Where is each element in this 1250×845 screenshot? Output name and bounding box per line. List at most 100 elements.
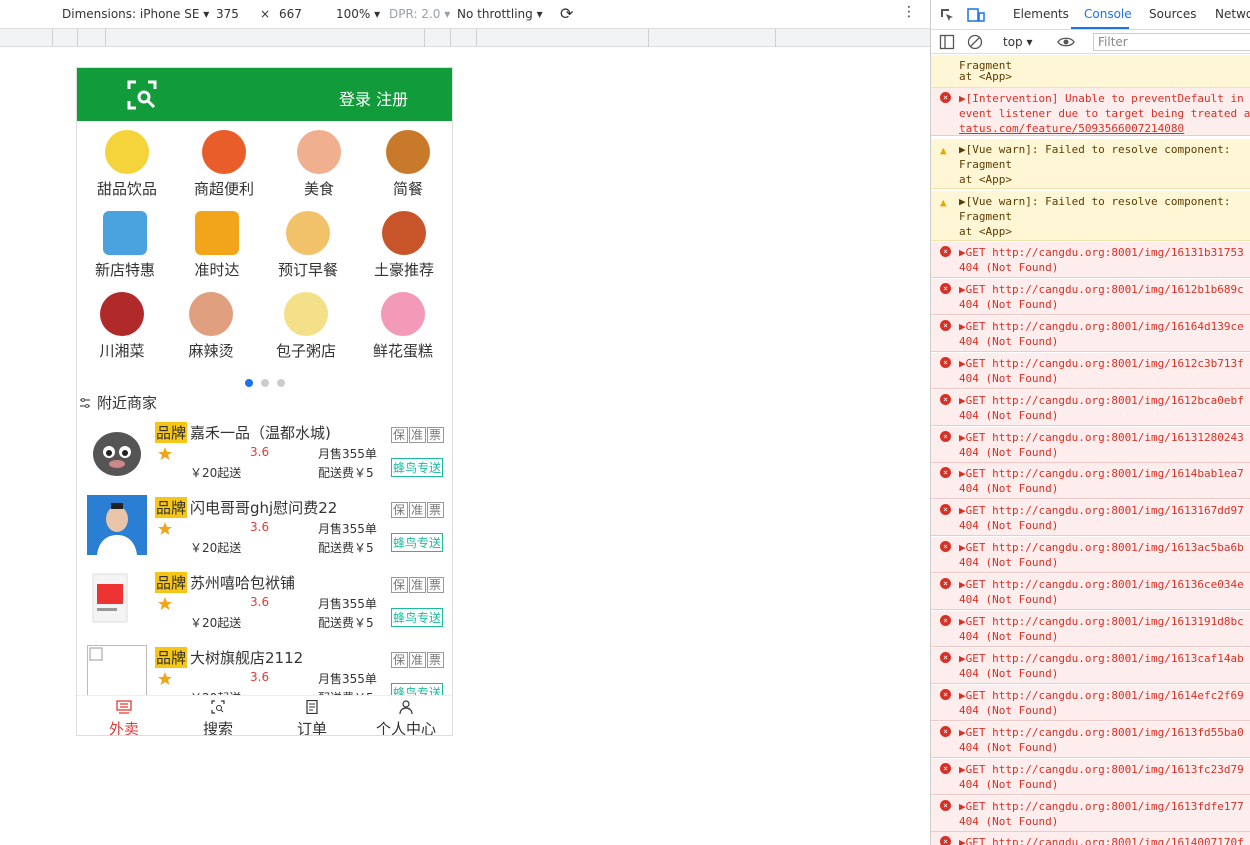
console-error[interactable]: × ▶GET http://cangdu.org:8001/img/1613ac5… [931,537,1250,574]
context-label: top [1003,35,1023,49]
category-item[interactable]: 新店特惠 [78,211,172,280]
log-request-url[interactable]: ▶GET http://cangdu.org:8001/img/16131280… [959,430,1244,445]
log-request-url[interactable]: ▶GET http://cangdu.org:8001/img/16140071… [959,835,1244,845]
category-item[interactable]: 预订早餐 [261,211,355,280]
log-request-url[interactable]: ▶GET http://cangdu.org:8001/img/1613167d… [959,503,1244,518]
device-select[interactable]: Dimensions: iPhone SE ▾ [62,7,209,21]
category-item[interactable]: 商超便利 [177,130,271,199]
tab-search[interactable]: 搜索 [171,696,265,735]
tab-network[interactable]: Networ [1215,7,1250,21]
log-request-url[interactable]: ▶GET http://cangdu.org:8001/img/16136ce0… [959,577,1244,592]
devtools-tab-bar: Elements Console Sources Networ [931,0,1250,30]
zoom-select[interactable]: 100% ▾ [336,7,380,21]
log-text: ▶[Vue warn]: Failed to resolve component… [959,143,1231,156]
console-error[interactable]: × ▶[Intervention] Unable to preventDefaul… [931,88,1250,136]
log-request-url[interactable]: ▶GET http://cangdu.org:8001/img/1613191d… [959,614,1244,629]
log-request-url[interactable]: ▶GET http://cangdu.org:8001/img/1613fd55… [959,725,1244,740]
log-request-url[interactable]: ▶GET http://cangdu.org:8001/img/1613fc23… [959,762,1244,777]
console-error[interactable]: × ▶GET http://cangdu.org:8001/img/1613128… [931,426,1250,463]
punctual-badge: 准 [409,652,427,668]
sidebar-toggle-icon[interactable] [939,34,955,50]
log-request-url[interactable]: ▶GET http://cangdu.org:8001/img/1613fdfe… [959,799,1244,814]
category-item[interactable]: 麻辣烫 [164,292,258,361]
tab-elements[interactable]: Elements [1013,7,1069,21]
console-error[interactable]: × ▶GET http://cangdu.org:8001/img/1614007… [931,832,1250,845]
width-input[interactable]: 375 [216,7,239,21]
punctual-badge: 准 [409,577,427,593]
log-text: at <App> [959,173,1012,186]
console-error[interactable]: × ▶GET http://cangdu.org:8001/img/16136ce… [931,574,1250,611]
console-error[interactable]: × ▶GET http://cangdu.org:8001/img/1613191… [931,611,1250,647]
times-sign: × [260,7,271,21]
tab-takeout[interactable]: 外卖 [77,696,171,735]
log-request-url[interactable]: ▶GET http://cangdu.org:8001/img/1612c3b7… [959,356,1244,371]
log-request-url[interactable]: ▶GET http://cangdu.org:8001/img/16164d13… [959,319,1244,334]
shop-badges: 保准票 [391,576,445,593]
flower-cake-icon [381,292,425,336]
carousel-dot[interactable] [261,379,269,387]
delivery-badge: 蜂鸟专送 [391,533,444,552]
category-item[interactable]: 川湘菜 [77,292,169,361]
console-error[interactable]: × ▶GET http://cangdu.org:8001/img/1612b1b… [931,278,1250,315]
console-error[interactable]: × ▶GET http://cangdu.org:8001/img/1612bca… [931,389,1250,426]
category-item[interactable]: 美食 [272,130,366,199]
tab-console[interactable]: Console [1084,7,1132,21]
login-register-link[interactable]: 登录 注册 [339,86,408,110]
category-item[interactable]: 简餐 [361,130,452,199]
log-link[interactable]: tatus.com/feature/5093566007214080 [959,121,1184,135]
log-request-url[interactable]: ▶GET http://cangdu.org:8001/img/1613ac5b… [959,540,1244,555]
shop-item[interactable]: 品牌 嘉禾一品（温都水城) 3.6 月售355单 ￥20起送 配送费￥5 保准票… [87,420,447,482]
carousel-dot[interactable] [277,379,285,387]
category-item[interactable]: 准时达 [170,211,264,280]
clear-console-icon[interactable] [967,34,983,50]
category-item[interactable]: 土豪推荐 [357,211,451,280]
dpr-select[interactable]: DPR: 2.0 ▾ [389,7,450,21]
orders-icon [306,699,318,715]
log-request-url[interactable]: ▶GET http://cangdu.org:8001/img/1614bab1… [959,466,1244,481]
console-error[interactable]: × ▶GET http://cangdu.org:8001/img/1613fc2… [931,758,1250,795]
inspect-element-icon[interactable] [939,7,955,23]
category-item[interactable]: 鲜花蛋糕 [356,292,450,361]
shop-item[interactable]: 品牌 苏州嘻哈包袱铺 3.6 月售355单 ￥20起送 配送费￥5 保准票 蜂鸟… [87,570,447,632]
console-error[interactable]: × ▶GET http://cangdu.org:8001/img/1613167… [931,500,1250,537]
log-status: 404 (Not Found) [959,371,1059,385]
console-error[interactable]: × ▶GET http://cangdu.org:8001/img/1612c3b… [931,352,1250,389]
carousel-dot[interactable] [245,379,253,387]
height-input[interactable]: 667 [279,7,302,21]
device-toggle-icon[interactable] [967,7,985,23]
star-icon [158,522,172,535]
console-warning[interactable]: Fragment at <App> [931,55,1250,88]
console-warning[interactable]: ▲ ▶[Vue warn]: Failed to resolve componen… [931,139,1250,189]
nearby-title: 附近商家 [97,394,158,412]
console-error[interactable]: × ▶GET http://cangdu.org:8001/img/1614efc… [931,684,1250,721]
console-warning[interactable]: ▲ ▶[Vue warn]: Failed to resolve componen… [931,191,1250,241]
console-error[interactable]: × ▶GET http://cangdu.org:8001/img/1613caf… [931,647,1250,684]
console-error[interactable]: × ▶GET http://cangdu.org:8001/img/1613fd5… [931,721,1250,758]
category-item[interactable]: 甜品饮品 [80,130,174,199]
error-icon: × [940,762,951,774]
eye-icon[interactable] [1057,35,1075,49]
rotate-icon[interactable]: ⟳ [560,4,573,23]
tab-orders[interactable]: 订单 [265,696,359,735]
console-error[interactable]: × ▶GET http://cangdu.org:8001/img/1614bab… [931,463,1250,500]
shop-item[interactable]: 品牌 闪电哥哥ghj慰问费22 3.6 月售355单 ￥20起送 配送费￥5 保… [87,495,447,557]
log-request-url[interactable]: ▶GET http://cangdu.org:8001/img/1614efc2… [959,688,1244,703]
invoice-badge: 票 [427,427,445,443]
tab-profile[interactable]: 个人中心 [359,696,452,735]
category-label: 包子粥店 [275,342,336,360]
breakfast-icon [286,211,330,255]
console-error[interactable]: × ▶GET http://cangdu.org:8001/img/1613fdf… [931,795,1250,832]
scan-search-icon[interactable] [127,80,157,110]
log-request-url[interactable]: ▶GET http://cangdu.org:8001/img/1613caf1… [959,651,1244,666]
tab-sources[interactable]: Sources [1149,7,1196,21]
log-request-url[interactable]: ▶GET http://cangdu.org:8001/img/1612bca0… [959,393,1244,408]
throttle-select[interactable]: No throttling ▾ [457,7,543,21]
console-error[interactable]: × ▶GET http://cangdu.org:8001/img/16164d1… [931,315,1250,352]
category-item[interactable]: 包子粥店 [259,292,353,361]
console-error[interactable]: × ▶GET http://cangdu.org:8001/img/16131b3… [931,242,1250,278]
context-select[interactable]: top ▾ [1003,35,1033,49]
console-filter-input[interactable]: Filter [1093,33,1250,51]
log-request-url[interactable]: ▶GET http://cangdu.org:8001/img/1612b1b6… [959,282,1244,297]
log-request-url[interactable]: ▶GET http://cangdu.org:8001/img/16131b31… [959,245,1244,260]
more-options-icon[interactable]: ⋮ [902,4,916,20]
